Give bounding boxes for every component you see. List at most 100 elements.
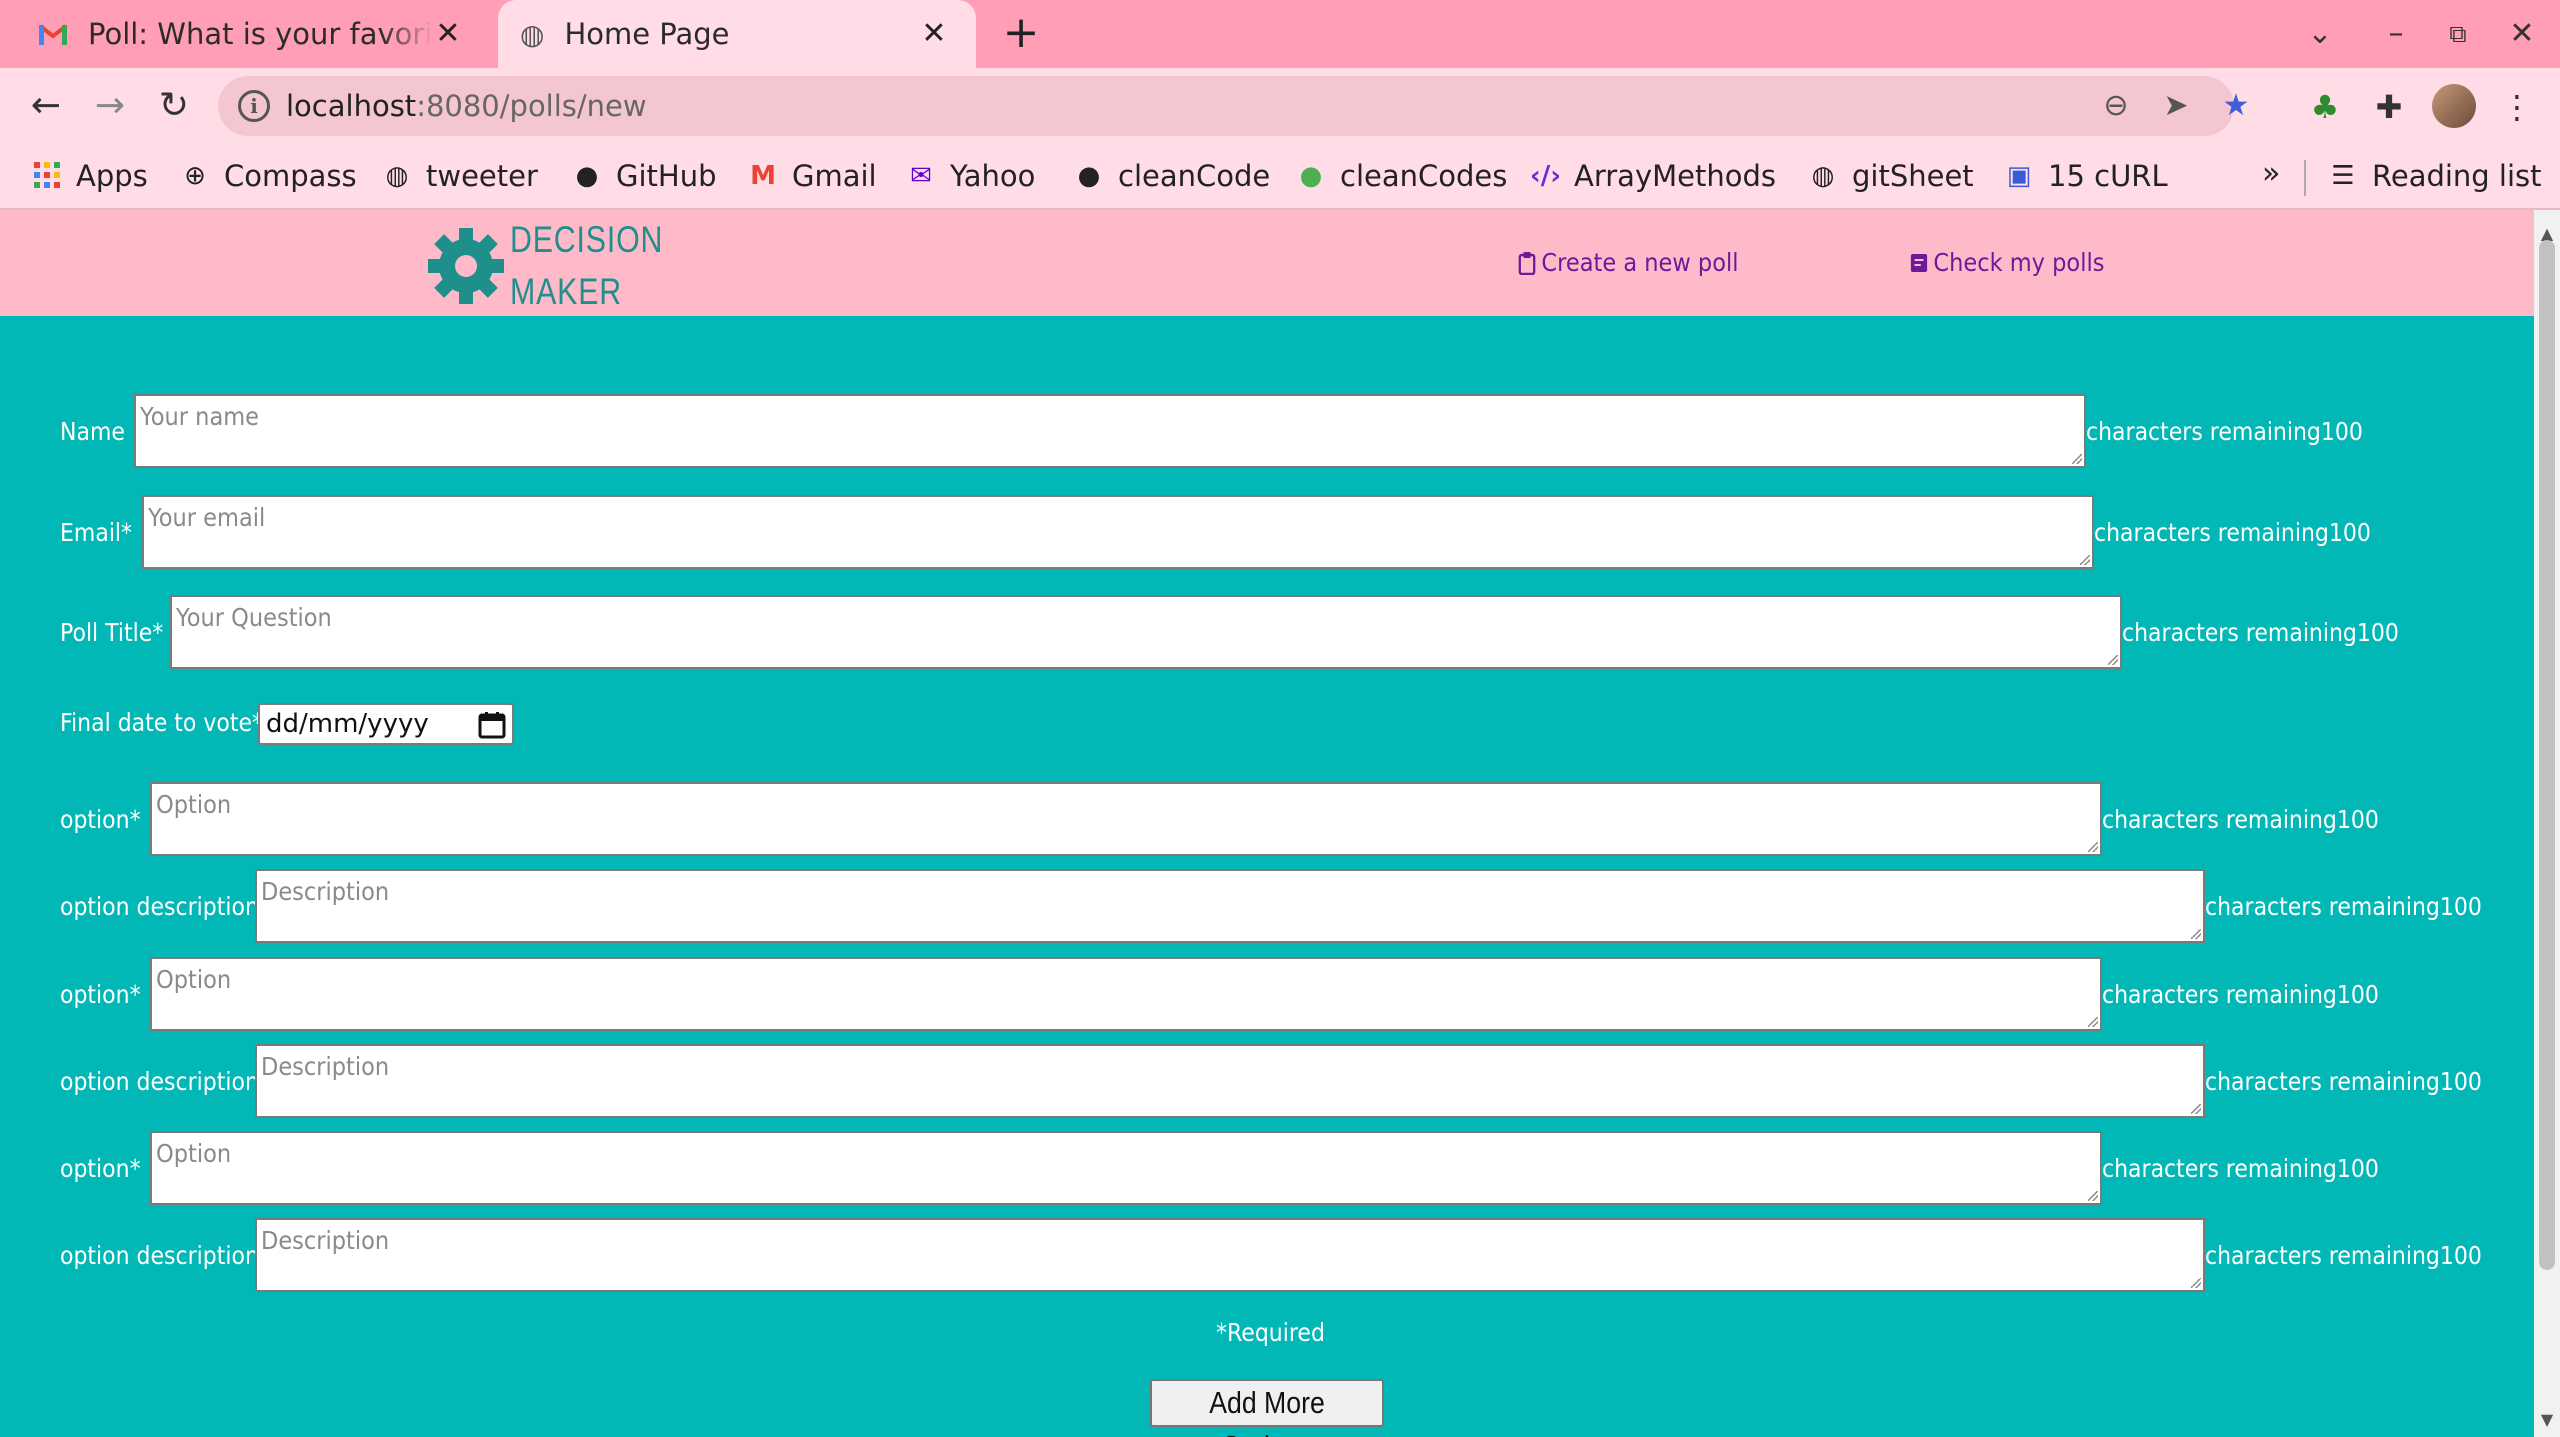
bookmark-gitsheet[interactable]: ◍ gitSheet	[1808, 156, 1974, 196]
option-description-placeholder: Description	[261, 1052, 390, 1081]
reload-icon[interactable]: ↻	[150, 82, 198, 130]
back-arrow-icon[interactable]: ←	[22, 82, 70, 130]
bookmark-label: tweeter	[426, 159, 538, 193]
bookmark-compass[interactable]: ⊕ Compass	[180, 156, 357, 196]
email-placeholder: Your email	[148, 503, 266, 532]
bookmark-cleancode[interactable]: ● cleanCode	[1074, 156, 1271, 196]
name-placeholder: Your name	[140, 402, 259, 431]
github-icon: ●	[575, 161, 599, 191]
final-date-input[interactable]: dd/mm/yyyy	[258, 703, 514, 745]
option-input[interactable]: Option	[150, 1131, 2102, 1205]
email-input[interactable]: Your email	[142, 495, 2094, 569]
option-placeholder: Option	[156, 1139, 232, 1168]
tab-strip: Poll: What is your favorite ✕ ◍ Home Pag…	[0, 0, 2560, 68]
gear-logo-icon[interactable]	[426, 226, 506, 306]
bookmark-tweeter[interactable]: ◍ tweeter	[382, 156, 538, 196]
page-scrollbar[interactable]: ▲ ▼	[2534, 210, 2560, 1437]
globe-icon: ◍	[1811, 161, 1835, 191]
tab-close-icon[interactable]: ✕	[916, 16, 952, 52]
name-input[interactable]: Your name	[134, 394, 2086, 468]
required-note: *Required	[1216, 1318, 1325, 1347]
site-header: DECISION MAKER Create a new poll Check m…	[0, 210, 2534, 316]
github-icon: ●	[1077, 161, 1101, 191]
poll-list-icon	[1910, 253, 1928, 272]
poll-title-remaining: characters remaining100	[2122, 617, 2399, 647]
option-placeholder: Option	[156, 790, 232, 819]
option-input[interactable]: Option	[150, 957, 2102, 1031]
site-logo-text[interactable]: DECISION MAKER	[510, 214, 663, 318]
bookmark-arraymethods[interactable]: ‹/› ArrayMethods	[1530, 156, 1776, 196]
bookmark-cleancodes[interactable]: ● cleanCodes	[1296, 156, 1508, 196]
option-placeholder: Option	[156, 965, 232, 994]
puzzle-extensions-icon[interactable]: ✚	[2366, 84, 2412, 130]
bookmarks-bar: Apps ⊕ Compass ◍ tweeter ● GitHub M Gmai…	[0, 144, 2560, 210]
option-row: option* Option characters remaining100	[60, 1131, 2417, 1205]
name-row: Name Your name characters remaining100	[60, 394, 2401, 468]
clipboard-icon	[1518, 251, 1536, 275]
logo-line-2: MAKER	[510, 271, 622, 312]
gmail-icon: M	[750, 161, 776, 191]
mail-icon: ✉	[910, 161, 932, 191]
reading-list-icon: ☰	[2331, 161, 2355, 191]
create-poll-link[interactable]: Create a new poll	[1518, 248, 1738, 277]
scroll-down-icon[interactable]: ▼	[2534, 1410, 2560, 1430]
site-info-icon[interactable]: i	[238, 90, 270, 122]
forward-arrow-icon[interactable]: →	[86, 82, 134, 130]
final-date-label: Final date to vote*	[60, 708, 264, 737]
name-label: Name	[60, 416, 125, 446]
poll-title-label: Poll Title*	[60, 617, 164, 647]
bookmark-star-icon[interactable]: ★	[2216, 86, 2256, 126]
option-description-input[interactable]: Description	[255, 869, 2205, 943]
browser-toolbar: ← → ↻ i localhost:8080/polls/new ⊖ ➤ ★ ♣…	[0, 68, 2560, 144]
send-icon[interactable]: ➤	[2156, 86, 2196, 126]
menu-kebab-icon[interactable]: ⋮	[2494, 84, 2540, 130]
poll-title-input[interactable]: Your Question	[170, 595, 2122, 669]
tree-extension-icon[interactable]: ♣	[2302, 84, 2348, 130]
calendar-icon[interactable]	[478, 711, 506, 739]
option-description-label: option description	[60, 1240, 259, 1270]
close-window-icon[interactable]: ✕	[2500, 12, 2544, 56]
scroll-thumb[interactable]	[2539, 240, 2555, 1270]
option-description-input[interactable]: Description	[255, 1044, 2205, 1118]
option-description-remaining: characters remaining100	[2205, 1240, 2482, 1270]
final-date-value: dd/mm/yyyy	[266, 709, 429, 739]
option-label: option*	[60, 804, 141, 834]
logo-line-1: DECISION	[510, 219, 664, 260]
globe-icon: ◍	[385, 161, 409, 191]
bookmark-apps[interactable]: Apps	[32, 156, 148, 196]
tab-close-icon[interactable]: ✕	[430, 16, 466, 52]
bookmark-gmail[interactable]: M Gmail	[748, 156, 877, 196]
tab-poll[interactable]: Poll: What is your favorite ✕	[0, 0, 490, 68]
bookmark-github[interactable]: ● GitHub	[572, 156, 717, 196]
zoom-out-icon[interactable]: ⊖	[2096, 86, 2136, 126]
minimize-icon[interactable]: –	[2374, 12, 2418, 56]
final-date-row: Final date to vote*	[60, 708, 291, 737]
tab-home-page[interactable]: ◍ Home Page ✕	[498, 0, 976, 68]
bookmarks-divider	[2304, 160, 2306, 196]
email-remaining: characters remaining100	[2094, 517, 2371, 547]
poll-title-placeholder: Your Question	[176, 603, 332, 632]
option-input[interactable]: Option	[150, 782, 2102, 856]
reading-list-button[interactable]: ☰ Reading list	[2328, 156, 2541, 196]
url-text[interactable]: localhost:8080/polls/new	[286, 89, 647, 123]
option-remaining: characters remaining100	[2102, 1153, 2379, 1183]
option-description-remaining: characters remaining100	[2205, 891, 2482, 921]
bookmarks-more-button[interactable]: »	[2262, 156, 2280, 191]
bookmark-label: ArrayMethods	[1574, 159, 1776, 193]
restore-icon[interactable]: ⧉	[2436, 12, 2480, 56]
bookmark-label: gitSheet	[1852, 159, 1974, 193]
avatar[interactable]	[2432, 84, 2476, 128]
new-tab-button[interactable]: +	[1000, 11, 1042, 55]
address-bar[interactable]: i localhost:8080/polls/new ⊖ ➤ ★	[218, 76, 2249, 136]
option-remaining: characters remaining100	[2102, 979, 2379, 1009]
tab-search-chevron-icon[interactable]: ⌄	[2298, 12, 2342, 56]
option-description-row: option description Description character…	[60, 1044, 2520, 1118]
bookmark-label: cleanCode	[1118, 159, 1271, 193]
poll-title-row: Poll Title* Your Question characters rem…	[60, 595, 2437, 669]
add-more-options-button[interactable]: Add More Options	[1150, 1379, 1384, 1437]
check-polls-link[interactable]: Check my polls	[1910, 248, 2104, 277]
bookmark-curl[interactable]: ▣ 15 cURL	[2004, 156, 2168, 196]
bookmark-yahoo[interactable]: ✉ Yahoo	[906, 156, 1035, 196]
option-description-input[interactable]: Description	[255, 1218, 2205, 1292]
bracket-icon: ▣	[2006, 161, 2032, 191]
